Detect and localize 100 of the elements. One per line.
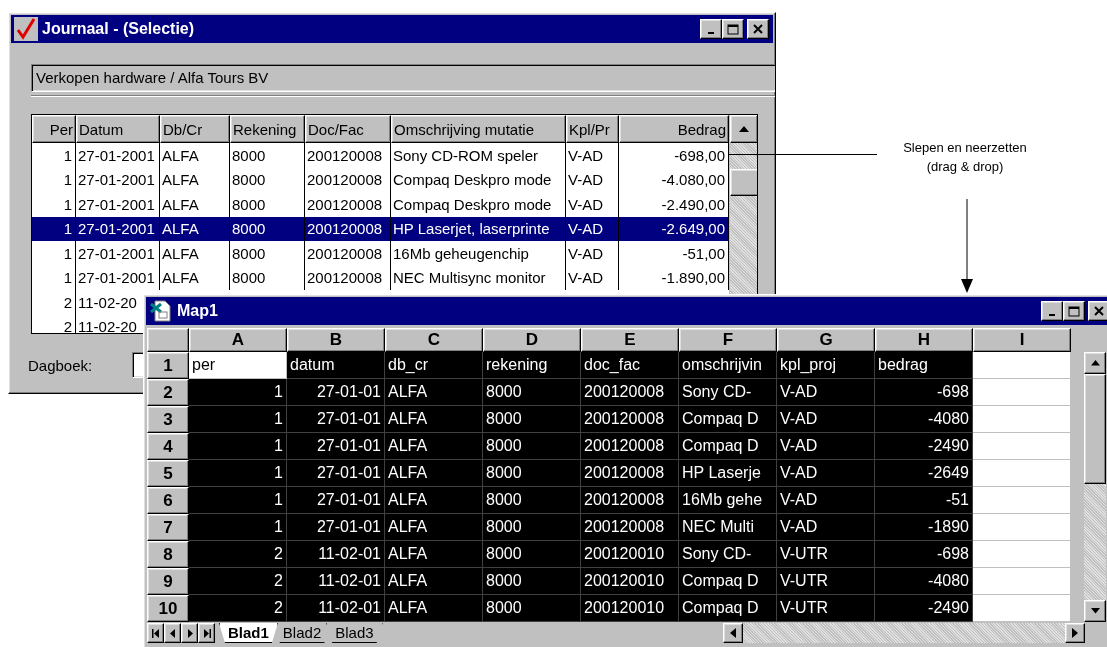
spreadsheet-cell[interactable]: V-AD xyxy=(777,433,875,460)
column-header[interactable]: Datum xyxy=(76,115,160,143)
spreadsheet-cell[interactable]: -51 xyxy=(875,487,973,514)
spreadsheet-cell[interactable]: datum xyxy=(287,352,385,379)
spreadsheet-cell[interactable]: rekening xyxy=(483,352,581,379)
spreadsheet-cell[interactable]: 27-01-01 xyxy=(287,460,385,487)
spreadsheet-cell[interactable]: 1 xyxy=(189,406,287,433)
spreadsheet-cell[interactable]: 200120008 xyxy=(581,379,679,406)
spreadsheet-cell[interactable]: 8000 xyxy=(483,595,581,622)
spreadsheet-cell[interactable]: -698 xyxy=(875,541,973,568)
spreadsheet-cell[interactable]: 11-02-01 xyxy=(287,541,385,568)
spreadsheet-cell[interactable]: 8000 xyxy=(483,406,581,433)
column-header[interactable]: Per xyxy=(32,115,76,143)
spreadsheet-cell[interactable]: ALFA xyxy=(385,487,483,514)
spreadsheet-cell[interactable]: -2490 xyxy=(875,595,973,622)
spreadsheet-cell[interactable]: Sony CD- xyxy=(679,541,777,568)
row-header[interactable]: 5 xyxy=(147,460,189,487)
column-header[interactable]: I xyxy=(973,328,1071,352)
spreadsheet-cell[interactable]: -2649 xyxy=(875,460,973,487)
spreadsheet-cell[interactable]: 8000 xyxy=(483,460,581,487)
spreadsheet-cell[interactable]: 27-01-01 xyxy=(287,433,385,460)
spreadsheet-cell[interactable]: 11-02-01 xyxy=(287,568,385,595)
spreadsheet-cell[interactable]: -4080 xyxy=(875,568,973,595)
table-row[interactable]: 2 11-02-20 xyxy=(32,290,144,315)
spreadsheet-cell[interactable]: 27-01-01 xyxy=(287,379,385,406)
column-header[interactable]: Db/Cr xyxy=(160,115,230,143)
spreadsheet-cell[interactable]: Compaq D xyxy=(679,568,777,595)
column-header[interactable]: F xyxy=(679,328,777,352)
spreadsheet-cell[interactable]: Compaq D xyxy=(679,595,777,622)
spreadsheet-cell[interactable]: 1 xyxy=(189,514,287,541)
spreadsheet-cell[interactable]: V-UTR xyxy=(777,568,875,595)
row-header[interactable]: 4 xyxy=(147,433,189,460)
spreadsheet-cell[interactable]: Compaq D xyxy=(679,433,777,460)
spreadsheet-cell[interactable]: V-AD xyxy=(777,460,875,487)
spreadsheet-cell[interactable]: Compaq D xyxy=(679,406,777,433)
spreadsheet-cell[interactable]: -2490 xyxy=(875,433,973,460)
spreadsheet-cell[interactable]: V-AD xyxy=(777,379,875,406)
spreadsheet-cell[interactable]: ALFA xyxy=(385,406,483,433)
spreadsheet-cell[interactable]: 200120008 xyxy=(581,433,679,460)
spreadsheet-cell[interactable]: ALFA xyxy=(385,514,483,541)
spreadsheet-cell[interactable]: 200120010 xyxy=(581,595,679,622)
row-header[interactable]: 6 xyxy=(147,487,189,514)
spreadsheet-cell[interactable]: per xyxy=(189,352,287,379)
row-header[interactable]: 3 xyxy=(147,406,189,433)
column-header[interactable]: A xyxy=(189,328,287,352)
column-header[interactable]: G xyxy=(777,328,875,352)
spreadsheet-cell[interactable]: omschrijvin xyxy=(679,352,777,379)
spreadsheet-cell[interactable]: 27-01-01 xyxy=(287,514,385,541)
spreadsheet-cell[interactable]: db_cr xyxy=(385,352,483,379)
spreadsheet-cell[interactable]: ALFA xyxy=(385,541,483,568)
row-header[interactable]: 2 xyxy=(147,379,189,406)
sheet-tab[interactable]: Blad1 xyxy=(219,623,278,643)
spreadsheet-cell[interactable]: 11-02-01 xyxy=(287,595,385,622)
spreadsheet-cell[interactable]: V-UTR xyxy=(777,541,875,568)
spreadsheet-cell[interactable]: -4080 xyxy=(875,406,973,433)
spreadsheet-cell[interactable]: 2 xyxy=(189,595,287,622)
spreadsheet-cell[interactable]: 1 xyxy=(189,433,287,460)
spreadsheet-cell[interactable]: bedrag xyxy=(875,352,973,379)
row-header[interactable]: 8 xyxy=(147,541,189,568)
spreadsheet-cell[interactable]: 200120008 xyxy=(581,460,679,487)
spreadsheet-cell[interactable]: HP Laserje xyxy=(679,460,777,487)
spreadsheet-cell[interactable]: 8000 xyxy=(483,568,581,595)
spreadsheet-cell[interactable]: Sony CD- xyxy=(679,379,777,406)
column-header[interactable]: Doc/Fac xyxy=(305,115,391,143)
spreadsheet-cell[interactable]: 27-01-01 xyxy=(287,487,385,514)
spreadsheet-cell[interactable]: 16Mb gehe xyxy=(679,487,777,514)
spreadsheet-cell[interactable]: NEC Multi xyxy=(679,514,777,541)
spreadsheet-cell[interactable]: 200120008 xyxy=(581,406,679,433)
spreadsheet-cell[interactable]: ALFA xyxy=(385,460,483,487)
column-header[interactable]: E xyxy=(581,328,679,352)
spreadsheet-cell[interactable]: V-AD xyxy=(777,487,875,514)
spreadsheet-cell[interactable]: 1 xyxy=(189,379,287,406)
spreadsheet-cell[interactable]: 8000 xyxy=(483,433,581,460)
column-header[interactable]: H xyxy=(875,328,973,352)
spreadsheet-cell[interactable]: 8000 xyxy=(483,379,581,406)
spreadsheet-cell[interactable]: ALFA xyxy=(385,379,483,406)
column-header[interactable]: D xyxy=(483,328,581,352)
row-header[interactable]: 10 xyxy=(147,595,189,622)
spreadsheet-cell[interactable]: V-AD xyxy=(777,514,875,541)
spreadsheet-cell[interactable]: 8000 xyxy=(483,541,581,568)
spreadsheet-cell[interactable]: -698 xyxy=(875,379,973,406)
column-header[interactable]: Rekening xyxy=(230,115,305,143)
row-header[interactable]: 9 xyxy=(147,568,189,595)
spreadsheet-cell[interactable]: kpl_proj xyxy=(777,352,875,379)
spreadsheet-cell[interactable]: -1890 xyxy=(875,514,973,541)
table-row[interactable]: 2 11-02-20 xyxy=(32,314,144,333)
column-header[interactable]: Bedrag xyxy=(619,115,729,143)
spreadsheet-cell[interactable]: 1 xyxy=(189,487,287,514)
column-header[interactable]: Omschrijving mutatie xyxy=(391,115,566,143)
spreadsheet-cell[interactable]: 2 xyxy=(189,541,287,568)
spreadsheet-cell[interactable]: 8000 xyxy=(483,487,581,514)
row-header[interactable]: 7 xyxy=(147,514,189,541)
spreadsheet-cell[interactable]: 200120008 xyxy=(581,487,679,514)
column-header[interactable]: C xyxy=(385,328,483,352)
spreadsheet-cell[interactable]: 8000 xyxy=(483,514,581,541)
spreadsheet-cell[interactable]: 27-01-01 xyxy=(287,406,385,433)
spreadsheet-cell[interactable]: V-AD xyxy=(777,406,875,433)
sheet-tab[interactable]: Blad3 xyxy=(326,623,383,643)
spreadsheet-cell[interactable]: ALFA xyxy=(385,568,483,595)
spreadsheet-cell[interactable]: V-UTR xyxy=(777,595,875,622)
